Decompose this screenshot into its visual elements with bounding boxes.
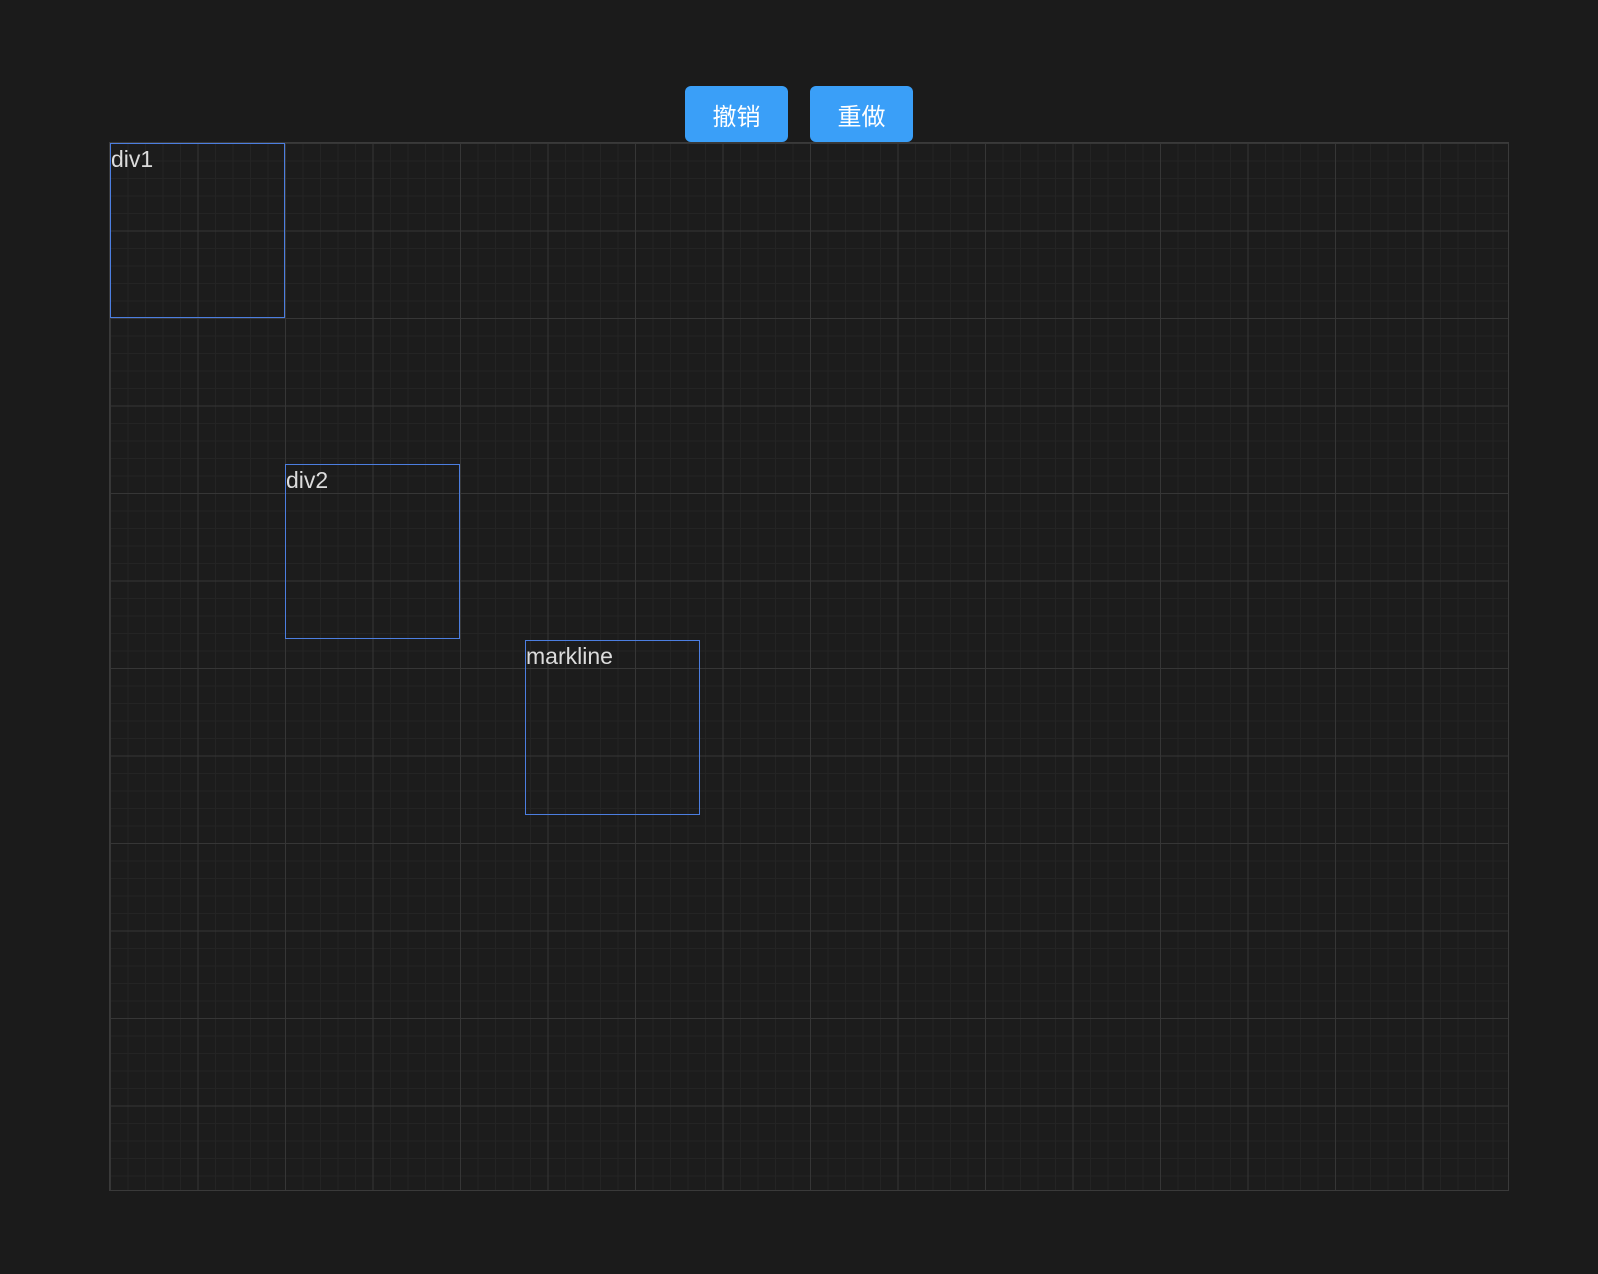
block-div1[interactable]: div1 — [110, 143, 285, 318]
block-label: div1 — [111, 146, 154, 172]
block-label: markline — [526, 643, 613, 669]
block-div2[interactable]: div2 — [285, 464, 460, 639]
undo-button[interactable]: 撤销 — [685, 86, 788, 142]
block-markline[interactable]: markline — [525, 640, 700, 815]
grid-canvas[interactable]: div1 div2 markline — [109, 142, 1509, 1191]
toolbar: 撤销 重做 — [0, 86, 1598, 142]
block-label: div2 — [286, 467, 329, 493]
redo-button[interactable]: 重做 — [810, 86, 913, 142]
